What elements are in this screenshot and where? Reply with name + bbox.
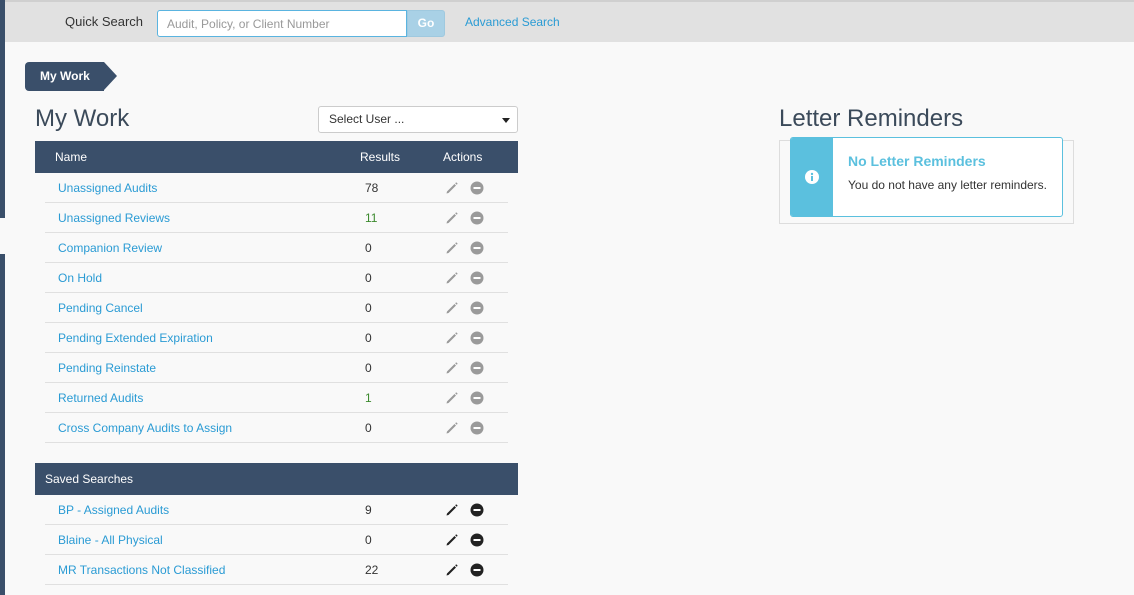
minus-circle-icon[interactable] <box>470 533 484 547</box>
my-work-table: Name Results Actions Unassigned Audits 78… <box>35 141 518 443</box>
my-work-link[interactable]: Pending Cancel <box>58 301 143 315</box>
letter-reminders-title: Letter Reminders <box>779 105 964 132</box>
pencil-icon[interactable] <box>445 211 459 225</box>
column-header-results: Results <box>360 150 401 164</box>
pencil-icon[interactable] <box>445 301 459 315</box>
pencil-icon[interactable] <box>445 181 459 195</box>
my-work-row: Pending Reinstate 0 <box>45 353 508 383</box>
pencil-icon[interactable] <box>445 533 459 547</box>
saved-searches-rows: BP - Assigned Audits 9 Blaine - All Physic… <box>35 495 518 585</box>
my-work-row: Pending Extended Expiration 0 <box>45 323 508 353</box>
my-work-link[interactable]: Pending Reinstate <box>58 361 156 375</box>
page-title: My Work <box>35 105 130 132</box>
no-letter-reminders-alert: No Letter Reminders You do not have any … <box>790 137 1063 217</box>
minus-circle-icon[interactable] <box>470 241 484 255</box>
saved-search-row: BP - Assigned Audits 9 <box>45 495 508 525</box>
my-work-row: Cross Company Audits to Assign 0 <box>45 413 508 443</box>
my-work-row: Unassigned Reviews 11 <box>45 203 508 233</box>
minus-circle-icon[interactable] <box>470 211 484 225</box>
my-work-row: Returned Audits 1 <box>45 383 508 413</box>
saved-search-link[interactable]: BP - Assigned Audits <box>58 503 169 517</box>
my-work-row: On Hold 0 <box>45 263 508 293</box>
my-work-link[interactable]: Cross Company Audits to Assign <box>58 421 232 435</box>
select-user-dropdown[interactable]: Select User ... <box>318 106 518 133</box>
my-work-result-count: 11 <box>365 211 378 225</box>
pencil-icon[interactable] <box>445 503 459 517</box>
pencil-icon[interactable] <box>445 331 459 345</box>
minus-circle-icon[interactable] <box>470 271 484 285</box>
info-icon <box>805 170 819 184</box>
left-edge-strip <box>0 0 5 595</box>
my-work-row: Unassigned Audits 78 <box>45 173 508 203</box>
my-work-link[interactable]: On Hold <box>58 271 102 285</box>
breadcrumb-item-my-work[interactable]: My Work <box>25 62 117 91</box>
quick-search-input[interactable] <box>157 10 407 37</box>
alert-message: You do not have any letter reminders. <box>848 178 1048 192</box>
minus-circle-icon[interactable] <box>470 301 484 315</box>
saved-searches-title: Saved Searches <box>45 472 134 486</box>
advanced-search-link[interactable]: Advanced Search <box>465 15 560 29</box>
my-work-link[interactable]: Unassigned Reviews <box>58 211 170 225</box>
saved-search-row: MR Transactions Not Classified 22 <box>45 555 508 585</box>
pencil-icon[interactable] <box>445 241 459 255</box>
saved-search-result-count: 22 <box>365 563 379 577</box>
pencil-icon[interactable] <box>445 361 459 375</box>
pencil-icon[interactable] <box>445 563 459 577</box>
my-work-link[interactable]: Unassigned Audits <box>58 181 157 195</box>
column-header-name: Name <box>55 150 88 164</box>
my-work-link[interactable]: Companion Review <box>58 241 162 255</box>
quick-search-label: Quick Search <box>65 14 144 29</box>
my-work-link[interactable]: Pending Extended Expiration <box>58 331 213 345</box>
saved-search-row: Blaine - All Physical 0 <box>45 525 508 555</box>
my-work-result-count: 0 <box>365 331 372 345</box>
minus-circle-icon[interactable] <box>470 503 484 517</box>
my-work-result-count: 0 <box>365 361 372 375</box>
go-button[interactable]: Go <box>407 10 445 37</box>
my-work-result-count: 0 <box>365 301 372 315</box>
saved-searches-header: Saved Searches <box>35 463 518 495</box>
minus-circle-icon[interactable] <box>470 331 484 345</box>
my-work-rows: Unassigned Audits 78 Unassigned Reviews 11 C… <box>35 173 518 443</box>
select-user-value: Select User ... <box>329 112 405 126</box>
my-work-row: Companion Review 0 <box>45 233 508 263</box>
caret-down-icon <box>502 118 510 123</box>
quick-search-bar: Quick Search Go Advanced Search <box>5 0 1134 42</box>
minus-circle-icon[interactable] <box>470 563 484 577</box>
minus-circle-icon[interactable] <box>470 361 484 375</box>
saved-search-link[interactable]: Blaine - All Physical <box>58 533 163 547</box>
alert-title: No Letter Reminders <box>848 153 986 169</box>
my-work-table-header: Name Results Actions <box>35 141 518 173</box>
my-work-result-count: 0 <box>365 271 372 285</box>
pencil-icon[interactable] <box>445 391 459 405</box>
minus-circle-icon[interactable] <box>470 181 484 195</box>
left-edge-gap <box>0 218 5 254</box>
my-work-result-count: 1 <box>365 391 372 405</box>
saved-search-result-count: 9 <box>365 503 372 517</box>
pencil-icon[interactable] <box>445 421 459 435</box>
saved-searches-table: Saved Searches BP - Assigned Audits 9 Blai… <box>35 463 518 585</box>
breadcrumb: My Work <box>25 62 117 91</box>
saved-search-result-count: 0 <box>365 533 372 547</box>
my-work-result-count: 78 <box>365 181 379 195</box>
column-header-actions: Actions <box>443 150 483 164</box>
minus-circle-icon[interactable] <box>470 391 484 405</box>
saved-search-link[interactable]: MR Transactions Not Classified <box>58 563 225 577</box>
minus-circle-icon[interactable] <box>470 421 484 435</box>
my-work-result-count: 0 <box>365 241 372 255</box>
my-work-row: Pending Cancel 0 <box>45 293 508 323</box>
my-work-result-count: 0 <box>365 421 372 435</box>
alert-icon-column <box>791 138 833 216</box>
my-work-link[interactable]: Returned Audits <box>58 391 143 405</box>
pencil-icon[interactable] <box>445 271 459 285</box>
